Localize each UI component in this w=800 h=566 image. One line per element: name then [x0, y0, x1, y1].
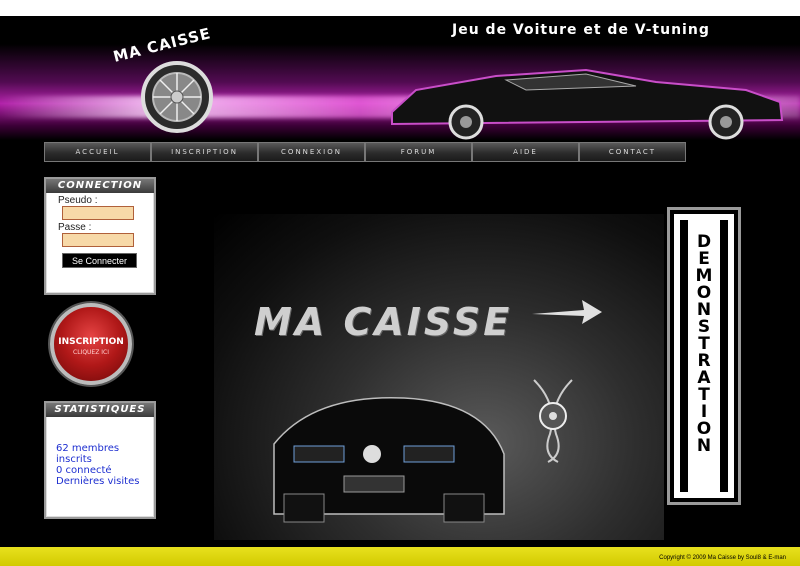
page: Jeu de Voiture et de V-tuning MA CAISSE … — [0, 0, 800, 566]
arrow-icon — [532, 300, 602, 324]
demonstration-label: D E M O N S T R A T I O N — [688, 234, 720, 455]
nav-contact[interactable]: CONTACT — [579, 142, 686, 162]
inscription-sublabel: CLIQUEZ ICI — [73, 349, 109, 356]
login-panel-title: CONNECTION — [46, 179, 154, 193]
password-input[interactable] — [62, 233, 134, 247]
top-strip — [0, 0, 800, 16]
copyright-text: Copyright © 2009 Ma Caisse by Soul8 & E-… — [659, 555, 786, 561]
car-illustration-icon — [391, 68, 784, 140]
passe-label: Passe : — [58, 222, 92, 233]
demo-letter: N — [696, 436, 712, 456]
connected-count-link[interactable]: 0 connecté — [56, 465, 154, 476]
inscription-label: INSCRIPTION — [58, 337, 124, 347]
hero-showcase: MA CAISSE — [214, 214, 664, 540]
main-nav: ACCUEIL INSCRIPTION CONNEXION FORUM AIDE… — [44, 142, 686, 162]
hero-title: MA CAISSE — [254, 300, 513, 344]
login-panel: CONNECTION Pseudo : Passe : Se Connecter — [44, 177, 156, 295]
nav-aide[interactable]: AIDE — [472, 142, 579, 162]
recent-visits-link[interactable]: Dernières visites — [56, 476, 154, 487]
demonstration-frame: D E M O N S T R A T I O N — [680, 220, 728, 492]
nav-accueil[interactable]: ACCUEIL — [44, 142, 151, 162]
header-banner: Jeu de Voiture et de V-tuning MA CAISSE — [0, 16, 800, 140]
pseudo-input[interactable] — [62, 206, 134, 220]
emblem-icon — [533, 379, 573, 463]
banner-tagline: Jeu de Voiture et de V-tuning — [452, 22, 710, 38]
members-count-link[interactable]: 62 membres inscrits — [56, 443, 154, 465]
wheel-logo-icon — [141, 61, 213, 133]
nav-forum[interactable]: FORUM — [365, 142, 472, 162]
nav-inscription[interactable]: INSCRIPTION — [151, 142, 258, 162]
demonstration-button[interactable]: D E M O N S T R A T I O N — [667, 207, 741, 505]
stats-panel: STATISTIQUES 62 membres inscrits 0 conne… — [44, 401, 156, 519]
car-rear-illustration-icon — [273, 396, 505, 523]
inscription-button[interactable]: INSCRIPTION CLIQUEZ ICI — [50, 303, 132, 385]
login-button[interactable]: Se Connecter — [62, 253, 137, 268]
nav-connexion[interactable]: CONNEXION — [258, 142, 365, 162]
stats-panel-title: STATISTIQUES — [46, 403, 154, 417]
footer: Copyright © 2009 Ma Caisse by Soul8 & E-… — [0, 547, 800, 566]
pseudo-label: Pseudo : — [58, 195, 98, 206]
